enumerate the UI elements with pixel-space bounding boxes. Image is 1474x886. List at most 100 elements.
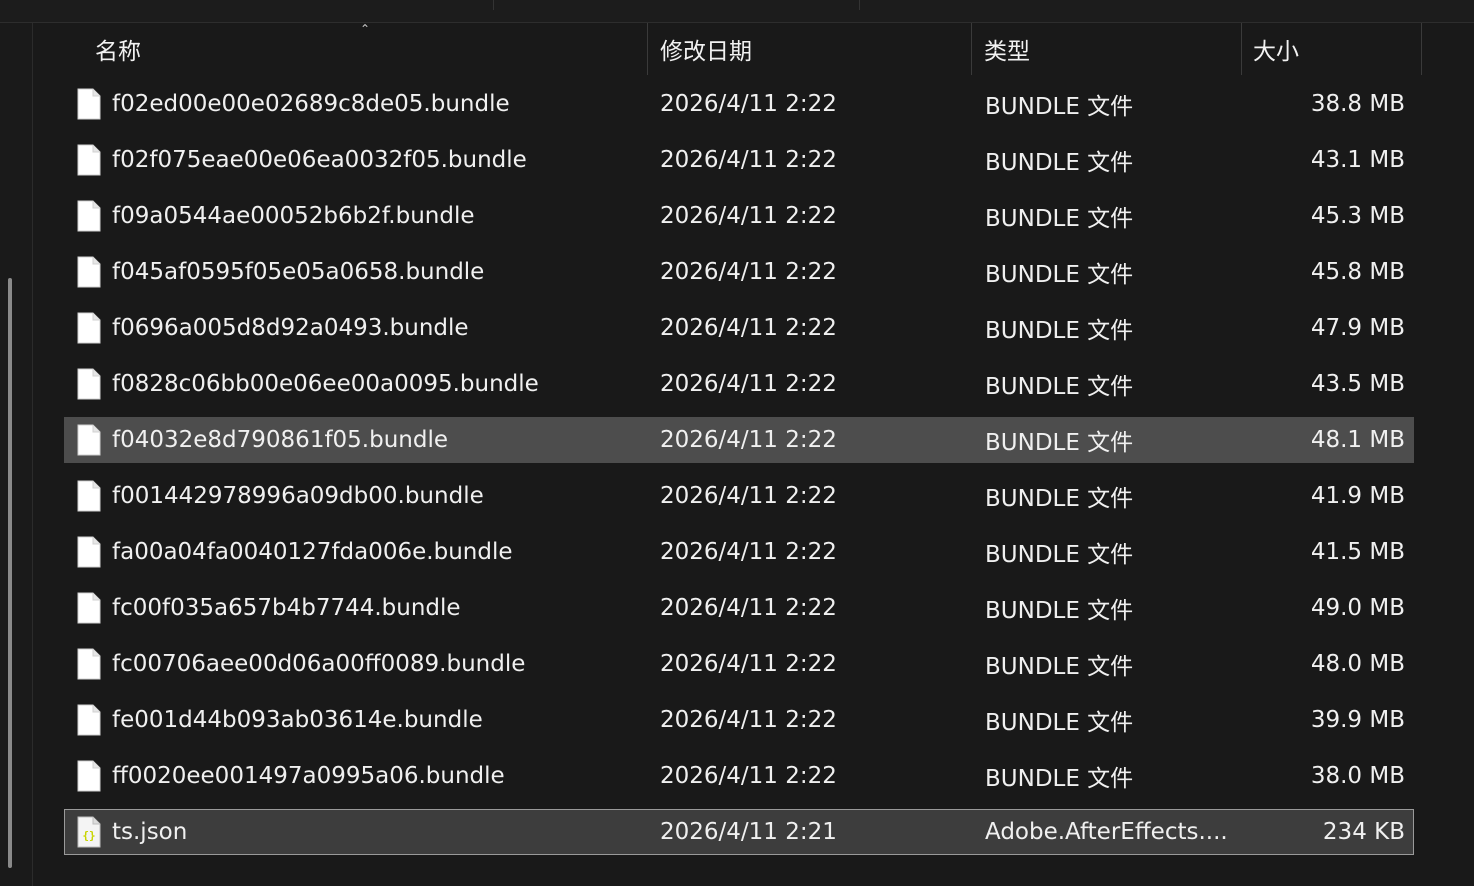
svg-text:{}: {} [82,829,95,842]
file-modified-date: 2026/4/11 2:22 [660,147,837,173]
file-row[interactable]: f045af0595f05e05a0658.bundle 2026/4/11 2:… [64,249,1414,295]
file-type: BUNDLE 文件 [985,486,1134,512]
file-size: 48.1 MB [1310,427,1405,453]
file-row[interactable]: f02ed00e00e02689c8de05.bundle 2026/4/11 2… [64,81,1414,127]
file-icon [76,648,102,680]
navigation-pane [0,23,33,886]
file-type: BUNDLE 文件 [985,766,1134,792]
file-type: BUNDLE 文件 [985,318,1134,344]
file-row[interactable]: fc00706aee00d06a00ff0089.bundle 2026/4/11… [64,641,1414,687]
file-name: ff0020ee001497a0995a06.bundle [112,763,505,789]
file-row[interactable]: f001442978996a09db00.bundle 2026/4/11 2:2… [64,473,1414,519]
file-row[interactable]: fc00f035a657b4b7744.bundle 2026/4/11 2:22… [64,585,1414,631]
file-icon [76,144,102,176]
column-header-type[interactable]: 类型 [972,23,1242,75]
file-size: 38.8 MB [1310,91,1405,117]
file-type: Adobe.AfterEffects.... [985,819,1228,845]
column-header-type-label: 类型 [984,39,1030,65]
file-modified-date: 2026/4/11 2:21 [660,819,837,845]
file-icon [76,256,102,288]
file-modified-date: 2026/4/11 2:22 [660,595,837,621]
file-modified-date: 2026/4/11 2:22 [660,91,837,117]
file-modified-date: 2026/4/11 2:22 [660,259,837,285]
toolbar-strip [0,0,1474,23]
toolbar-divider [859,0,860,10]
file-name: f04032e8d790861f05.bundle [112,427,449,453]
file-row[interactable]: f0828c06bb00e06ee00a0095.bundle 2026/4/11… [64,361,1414,407]
file-type: BUNDLE 文件 [985,542,1134,568]
file-name: ts.json [112,819,188,845]
file-row[interactable]: f0696a005d8d92a0493.bundle 2026/4/11 2:22… [64,305,1414,351]
column-header-name[interactable]: 名称 ⌃ [33,23,648,75]
file-name: f0696a005d8d92a0493.bundle [112,315,469,341]
sort-up-arrow-icon: ⌃ [359,23,371,36]
file-type: BUNDLE 文件 [985,206,1134,232]
file-icon [76,760,102,792]
column-header-date[interactable]: 修改日期 [648,23,972,75]
file-list: f02a029a2fce0015d073c.bundle2026/4/11 2:… [33,23,1474,886]
file-row[interactable]: {} ts.json 2026/4/11 2:21 Adobe.AfterEffect… [64,809,1414,855]
file-name: f0828c06bb00e06ee00a0095.bundle [112,371,539,397]
file-size: 38.0 MB [1310,763,1405,789]
file-size: 43.5 MB [1310,371,1405,397]
file-modified-date: 2026/4/11 2:22 [660,707,837,733]
file-size: 41.9 MB [1310,483,1405,509]
column-header-bar: 名称 ⌃ 修改日期 类型 大小 [33,23,1474,75]
file-modified-date: 2026/4/11 2:22 [660,427,837,453]
file-name: fa00a04fa0040127fda006e.bundle [112,539,513,565]
file-icon [76,424,102,456]
file-modified-date: 2026/4/11 2:22 [660,539,837,565]
file-name: fe001d44b093ab03614e.bundle [112,707,483,733]
file-row[interactable]: f02f075eae00e06ea0032f05.bundle 2026/4/11… [64,137,1414,183]
file-type: BUNDLE 文件 [985,374,1134,400]
file-icon [76,368,102,400]
file-type: BUNDLE 文件 [985,150,1134,176]
file-name: f045af0595f05e05a0658.bundle [112,259,485,285]
file-icon [76,592,102,624]
file-type: BUNDLE 文件 [985,94,1134,120]
file-icon [76,88,102,120]
file-modified-date: 2026/4/11 2:22 [660,315,837,341]
file-name: fc00706aee00d06a00ff0089.bundle [112,651,526,677]
file-modified-date: 2026/4/11 2:22 [660,763,837,789]
column-divider[interactable] [1421,23,1422,75]
file-icon [76,704,102,736]
file-type: BUNDLE 文件 [985,654,1134,680]
navigation-scrollbar-thumb[interactable] [8,278,12,868]
file-size: 45.3 MB [1310,203,1405,229]
file-type: BUNDLE 文件 [985,598,1134,624]
column-header-size[interactable]: 大小 [1242,23,1422,75]
file-row[interactable]: fa00a04fa0040127fda006e.bundle 2026/4/11 … [64,529,1414,575]
file-size: 49.0 MB [1310,595,1405,621]
json-file-icon: {} [76,816,102,848]
file-modified-date: 2026/4/11 2:22 [660,651,837,677]
file-modified-date: 2026/4/11 2:22 [660,483,837,509]
file-row[interactable]: f04032e8d790861f05.bundle 2026/4/11 2:22 B… [64,417,1414,463]
file-modified-date: 2026/4/11 2:22 [660,203,837,229]
file-size: 41.5 MB [1310,539,1405,565]
file-size: 43.1 MB [1310,147,1405,173]
file-name: f02ed00e00e02689c8de05.bundle [112,91,510,117]
file-name: f09a0544ae00052b6b2f.bundle [112,203,475,229]
file-size: 48.0 MB [1310,651,1405,677]
file-type: BUNDLE 文件 [985,430,1134,456]
file-name: fc00f035a657b4b7744.bundle [112,595,461,621]
file-size: 234 KB [1322,819,1405,845]
column-header-name-label: 名称 [95,39,141,65]
file-size: 39.9 MB [1310,707,1405,733]
file-size: 47.9 MB [1310,315,1405,341]
file-modified-date: 2026/4/11 2:22 [660,371,837,397]
column-header-size-label: 大小 [1253,39,1299,65]
file-explorer-window: f02a029a2fce0015d073c.bundle2026/4/11 2:… [0,0,1474,886]
file-icon [76,200,102,232]
file-type: BUNDLE 文件 [985,262,1134,288]
file-row[interactable]: f09a0544ae00052b6b2f.bundle 2026/4/11 2:2… [64,193,1414,239]
file-type: BUNDLE 文件 [985,710,1134,736]
file-icon [76,312,102,344]
file-size: 45.8 MB [1310,259,1405,285]
column-header-date-label: 修改日期 [660,39,752,65]
file-icon [76,480,102,512]
file-row[interactable]: fe001d44b093ab03614e.bundle 2026/4/11 2:2… [64,697,1414,743]
toolbar-divider [493,0,494,10]
file-row[interactable]: ff0020ee001497a0995a06.bundle 2026/4/11 2… [64,753,1414,799]
